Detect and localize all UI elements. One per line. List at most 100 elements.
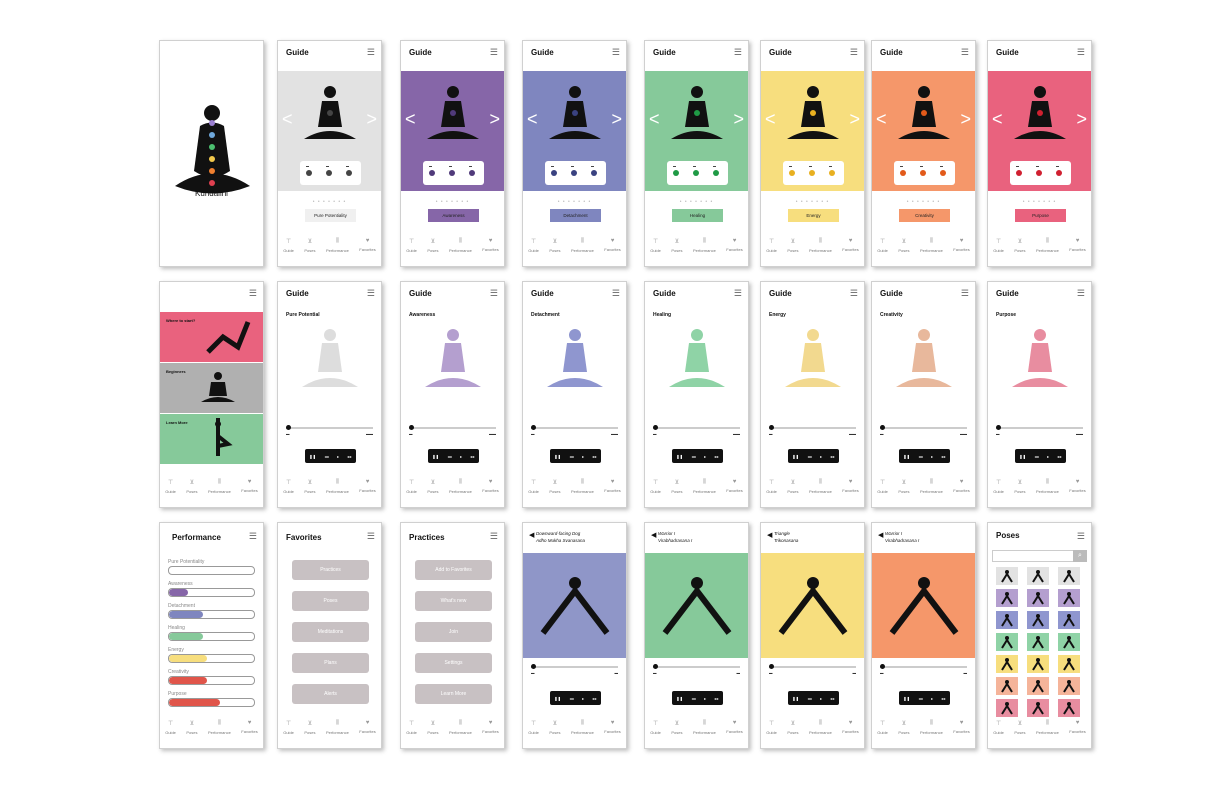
nav-performance[interactable]: ⫼ Performance <box>920 720 943 742</box>
next-arrow[interactable]: > <box>611 109 622 130</box>
nav-guide[interactable]: ⊤ Guide <box>528 479 539 501</box>
forward-icon[interactable]: ▸▸ <box>1058 454 1062 459</box>
pause-icon[interactable]: ❚❚ <box>903 454 910 459</box>
menu-icon[interactable]: ☰ <box>612 47 620 58</box>
nav-poses[interactable]: ⊻ Poses <box>898 479 909 501</box>
pose-tile[interactable] <box>996 589 1018 607</box>
rewind-icon[interactable]: ◂◂ <box>808 696 812 701</box>
pause-icon[interactable]: ❚❚ <box>1019 454 1026 459</box>
play-icon[interactable]: ▸ <box>704 454 706 459</box>
nav-favorites[interactable]: ♥ Favorites <box>359 479 375 501</box>
nav-favorites[interactable]: ♥ Favorites <box>604 720 620 742</box>
rewind-icon[interactable]: ◂◂ <box>570 696 574 701</box>
play-icon[interactable]: ▸ <box>582 696 584 701</box>
menu-item-learn-more[interactable]: Learn More <box>160 414 263 464</box>
prev-arrow[interactable]: < <box>876 109 887 130</box>
forward-icon[interactable]: ▸▸ <box>593 696 597 701</box>
menu-icon[interactable]: ☰ <box>961 47 969 58</box>
nav-poses[interactable]: ⊻ Poses <box>427 479 438 501</box>
audio-progress[interactable] <box>769 664 856 669</box>
nav-performance[interactable]: ⫼ Performance <box>920 479 943 501</box>
progress-knob[interactable] <box>769 664 774 669</box>
nav-guide[interactable]: ⊤ Guide <box>766 238 777 260</box>
audio-player[interactable]: ❚❚ ◂◂ ▸ ▸▸ <box>788 691 839 705</box>
chakra-label[interactable]: Healing <box>672 209 723 222</box>
rewind-icon[interactable]: ◂◂ <box>808 454 812 459</box>
menu-icon[interactable]: ☰ <box>367 47 375 58</box>
pose-tile[interactable] <box>1058 699 1080 717</box>
nav-guide[interactable]: ⊤ Guide <box>877 720 888 742</box>
pause-icon[interactable]: ❚❚ <box>554 454 561 459</box>
nav-favorites[interactable]: ♥ Favorites <box>842 479 858 501</box>
nav-performance[interactable]: ⫼ Performance <box>693 238 716 260</box>
play-icon[interactable]: ▸ <box>582 454 584 459</box>
practices-button[interactable]: Add to Favorites <box>415 560 492 580</box>
pose-tile[interactable] <box>1027 677 1049 695</box>
progress-knob[interactable] <box>409 425 414 430</box>
nav-favorites[interactable]: ♥ Favorites <box>726 238 742 260</box>
menu-icon[interactable]: ☰ <box>961 288 969 299</box>
practices-button[interactable]: Join <box>415 622 492 642</box>
pose-tile[interactable] <box>996 611 1018 629</box>
back-icon[interactable]: ◀ <box>878 531 883 539</box>
back-icon[interactable]: ◀ <box>651 531 656 539</box>
forward-icon[interactable]: ▸▸ <box>348 454 352 459</box>
pause-icon[interactable]: ❚❚ <box>792 696 799 701</box>
menu-icon[interactable]: ☰ <box>490 288 498 299</box>
audio-progress[interactable] <box>531 425 618 430</box>
nav-poses[interactable]: ⊻ Poses <box>304 720 315 742</box>
favorites-button[interactable]: Poses <box>292 591 369 611</box>
audio-progress[interactable] <box>286 425 373 430</box>
pause-icon[interactable]: ❚❚ <box>676 454 683 459</box>
audio-progress[interactable] <box>996 425 1083 430</box>
nav-favorites[interactable]: ♥ Favorites <box>1069 720 1085 742</box>
menu-item-beginners[interactable]: Beginners <box>160 363 263 413</box>
prev-arrow[interactable]: < <box>527 109 538 130</box>
nav-performance[interactable]: ⫼ Performance <box>809 720 832 742</box>
nav-performance[interactable]: ⫼ Performance <box>571 479 594 501</box>
nav-favorites[interactable]: ♥ Favorites <box>1069 479 1085 501</box>
nav-poses[interactable]: ⊻ Poses <box>1014 720 1025 742</box>
nav-poses[interactable]: ⊻ Poses <box>671 479 682 501</box>
pose-tile[interactable] <box>996 567 1018 585</box>
forward-icon[interactable]: ▸▸ <box>471 454 475 459</box>
rewind-icon[interactable]: ◂◂ <box>919 696 923 701</box>
rewind-icon[interactable]: ◂◂ <box>692 454 696 459</box>
nav-performance[interactable]: ⫼ Performance <box>809 479 832 501</box>
nav-poses[interactable]: ⊻ Poses <box>787 720 798 742</box>
nav-favorites[interactable]: ♥ Favorites <box>359 238 375 260</box>
nav-guide[interactable]: ⊤ Guide <box>650 720 661 742</box>
nav-guide[interactable]: ⊤ Guide <box>766 720 777 742</box>
nav-favorites[interactable]: ♥ Favorites <box>482 479 498 501</box>
next-arrow[interactable]: > <box>960 109 971 130</box>
nav-guide[interactable]: ⊤ Guide <box>528 720 539 742</box>
nav-guide[interactable]: ⊤ Guide <box>993 720 1004 742</box>
pose-tile[interactable] <box>1058 633 1080 651</box>
menu-icon[interactable]: ☰ <box>850 288 858 299</box>
menu-icon[interactable]: ☰ <box>367 531 375 542</box>
audio-progress[interactable] <box>880 664 967 669</box>
pose-tile[interactable] <box>1027 589 1049 607</box>
nav-guide[interactable]: ⊤ Guide <box>283 479 294 501</box>
nav-guide[interactable]: ⊤ Guide <box>165 720 176 742</box>
nav-performance[interactable]: ⫼ Performance <box>1036 720 1059 742</box>
prev-arrow[interactable]: < <box>649 109 660 130</box>
nav-favorites[interactable]: ♥ Favorites <box>842 720 858 742</box>
menu-icon[interactable]: ☰ <box>734 288 742 299</box>
play-icon[interactable]: ▸ <box>931 696 933 701</box>
pause-icon[interactable]: ❚❚ <box>554 696 561 701</box>
nav-poses[interactable]: ⊻ Poses <box>549 238 560 260</box>
nav-poses[interactable]: ⊻ Poses <box>671 720 682 742</box>
favorites-button[interactable]: Alerts <box>292 684 369 704</box>
nav-guide[interactable]: ⊤ Guide <box>406 720 417 742</box>
progress-knob[interactable] <box>996 425 1001 430</box>
menu-icon[interactable]: ☰ <box>1077 47 1085 58</box>
nav-poses[interactable]: ⊻ Poses <box>427 238 438 260</box>
pose-tile[interactable] <box>1058 589 1080 607</box>
nav-performance[interactable]: ⫼ Performance <box>693 720 716 742</box>
nav-favorites[interactable]: ♥ Favorites <box>842 238 858 260</box>
pose-tile[interactable] <box>1027 699 1049 717</box>
nav-performance[interactable]: ⫼ Performance <box>449 238 472 260</box>
play-icon[interactable]: ▸ <box>820 454 822 459</box>
audio-player[interactable]: ❚❚ ◂◂ ▸ ▸▸ <box>550 691 601 705</box>
